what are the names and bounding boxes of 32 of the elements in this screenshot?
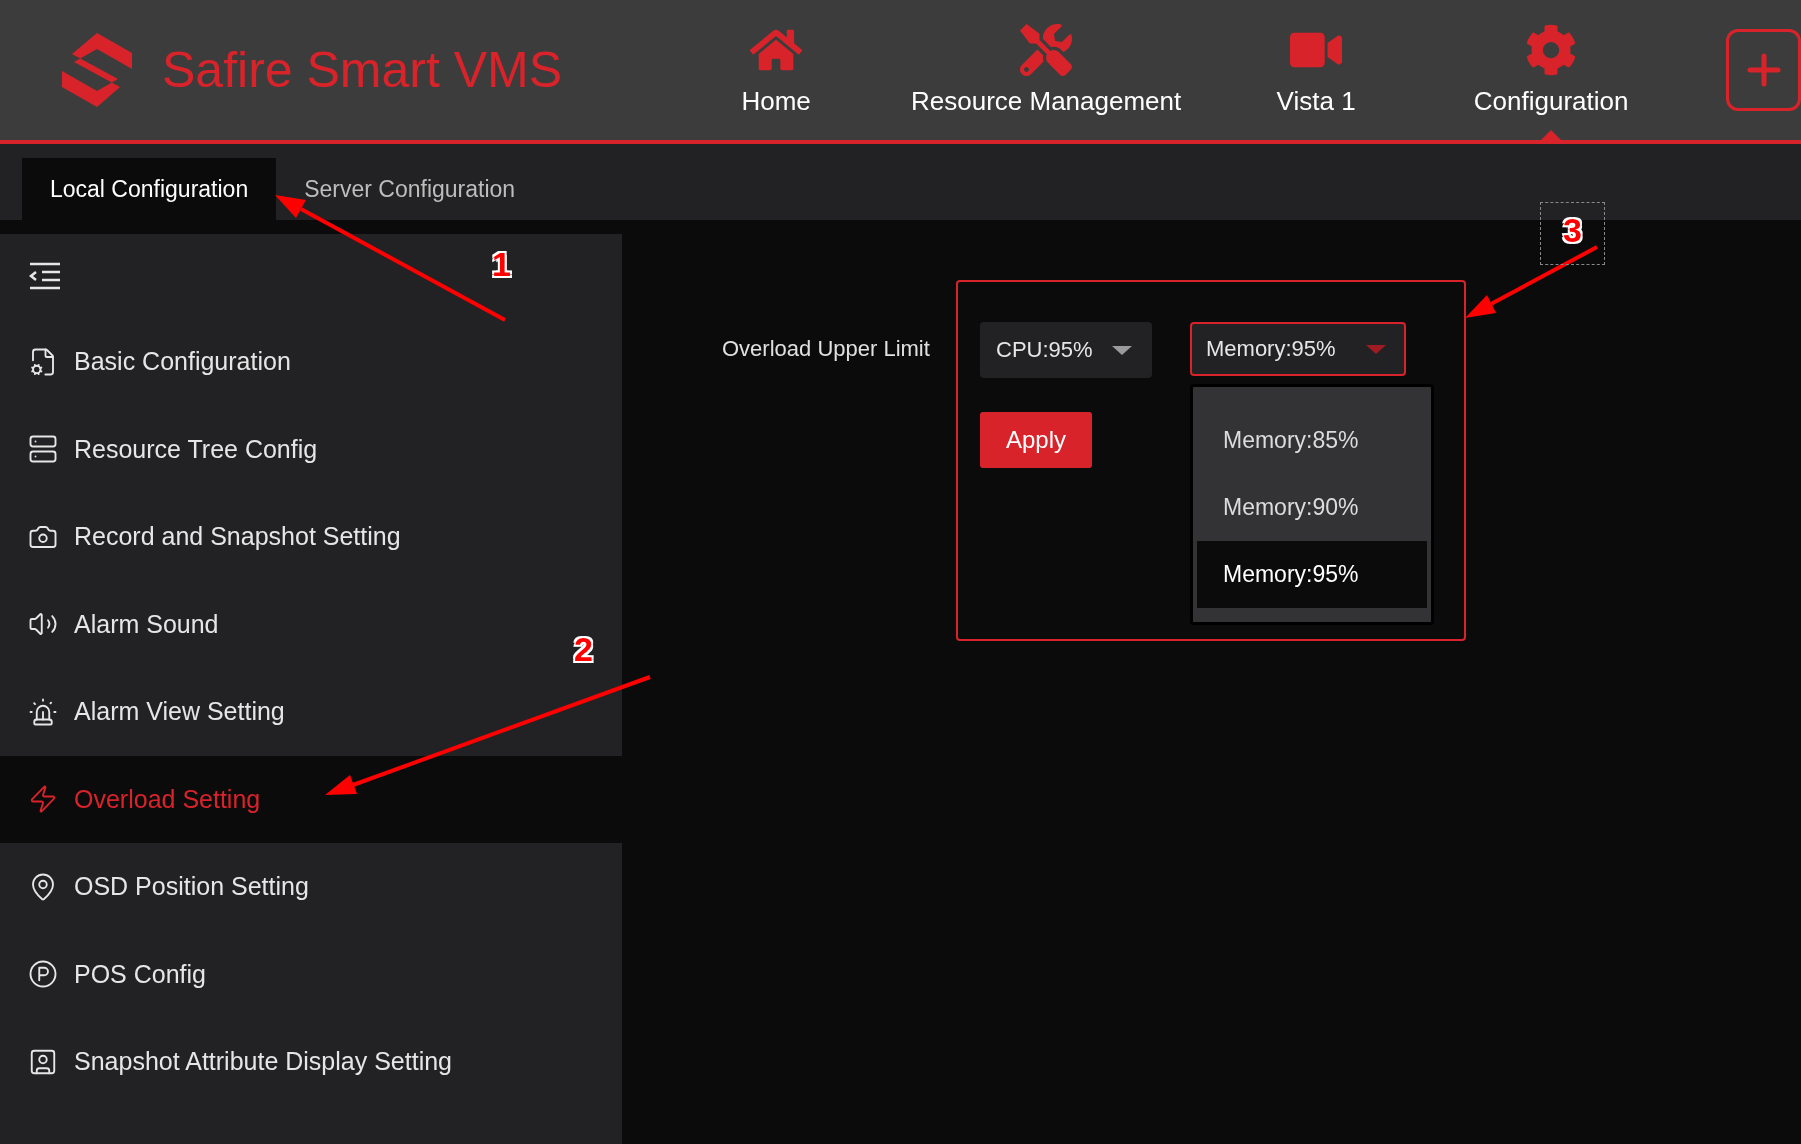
sidebar-item[interactable]: OSD Position Setting (0, 843, 325, 931)
sidebar-item[interactable]: Alarm Sound (0, 580, 235, 668)
memory-select[interactable]: Memory:95% (1190, 322, 1406, 376)
parking-circle-icon (28, 959, 58, 990)
sidebar-item[interactable]: Snapshot Attribute Display Setting (0, 1018, 468, 1106)
nav-tab[interactable]: Vista 1 (1196, 0, 1437, 140)
nav-tab[interactable]: Resource Management (896, 0, 1197, 140)
sidebar-item[interactable]: Resource Tree Config (0, 405, 334, 493)
tools-icon (1020, 23, 1073, 76)
sidebar-item[interactable]: POS Config (0, 930, 222, 1018)
dropdown-option[interactable]: Memory:95% (1197, 541, 1427, 608)
nav-tab[interactable]: Home (656, 0, 897, 140)
siren-icon (28, 696, 58, 727)
lightning-icon (28, 784, 58, 815)
field-label: Overload Upper Limit (722, 336, 931, 362)
collapse-menu-icon[interactable] (28, 261, 62, 291)
annotation-number: 1 (492, 245, 511, 284)
app-title: Safire Smart VMS (162, 41, 563, 99)
annotation-number: 2 (574, 630, 593, 669)
server-icon (28, 434, 58, 465)
apply-button[interactable]: Apply (980, 412, 1092, 468)
sidebar-item[interactable]: Basic Configuration (0, 318, 307, 406)
sidebar-item[interactable]: Record and Snapshot Setting (0, 493, 417, 581)
sidebar-item[interactable]: Alarm View Setting (0, 668, 301, 756)
dropdown-option[interactable]: Memory:85% (1197, 407, 1427, 474)
dropdown-option[interactable]: Memory:90% (1197, 474, 1427, 541)
settings-icon (1525, 23, 1578, 76)
sidebar-item[interactable]: Overload Setting (0, 755, 622, 843)
config-tab[interactable]: Server Configuration (276, 158, 544, 220)
cpu-select[interactable]: CPU:95% (980, 322, 1152, 378)
config-tab[interactable]: Local Configuration (22, 158, 277, 220)
annotation-number: 3 (1540, 202, 1605, 265)
